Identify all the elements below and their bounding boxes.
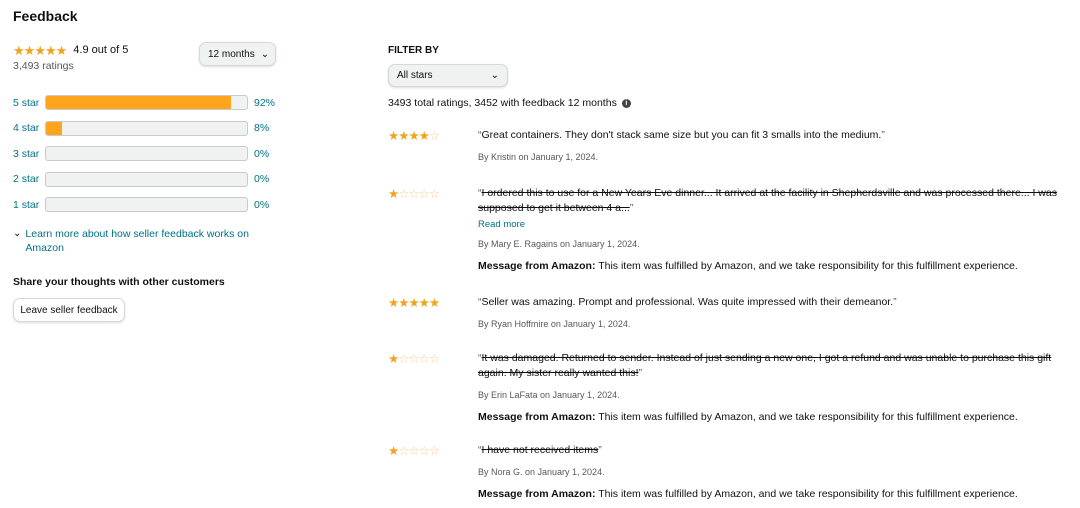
histogram-row-3[interactable]: 3 star 0%	[13, 141, 275, 167]
review-stars-icon: ★★★★★	[388, 296, 440, 310]
info-icon[interactable]: i	[621, 98, 631, 108]
rating-histogram: 5 star 92% 4 star 8% 3 star 0% 2 star 0%…	[13, 90, 275, 218]
ratings-totals: 3493 total ratings, 3452 with feedback 1…	[388, 97, 631, 109]
chevron-down-icon: ⌄	[490, 70, 499, 81]
page-title: Feedback	[13, 8, 78, 24]
amazon-message-label: Message from Amazon:	[478, 488, 596, 500]
review-stars-icon: ★☆☆☆☆	[388, 352, 440, 366]
histogram-percent[interactable]: 8%	[254, 122, 269, 134]
read-more-link[interactable]: Read more	[478, 219, 1073, 230]
amazon-message: Message from Amazon: This item was fulfi…	[478, 488, 1073, 500]
summary-stars-icon: ★ ★ ★ ★ ★	[13, 42, 67, 58]
histogram-label[interactable]: 4 star	[13, 122, 45, 134]
review-text: “I ordered this to use for a New Years E…	[478, 187, 1057, 214]
review-author: By Erin LaFata on January 1, 2024.	[478, 390, 620, 400]
histogram-label[interactable]: 5 star	[13, 97, 45, 109]
learn-more-text[interactable]: Learn more about how seller feedback wor…	[25, 227, 273, 255]
histogram-label[interactable]: 2 star	[13, 173, 45, 185]
ratings-totals-text: 3493 total ratings, 3452 with feedback 1…	[388, 97, 617, 109]
amazon-message-text: This item was fulfilled by Amazon, and w…	[598, 411, 1018, 423]
review-text: “It was damaged. Returned to sender. Ins…	[478, 352, 1052, 379]
share-heading: Share your thoughts with other customers	[13, 276, 225, 288]
rating-summary: ★ ★ ★ ★ ★ 4.9 out of 5 3,493 ratings	[13, 42, 129, 73]
amazon-message-text: This item was fulfilled by Amazon, and w…	[598, 488, 1018, 500]
review-author: By Ryan Hoffmire on January 1, 2024.	[478, 319, 631, 329]
histogram-row-2[interactable]: 2 star 0%	[13, 167, 275, 193]
learn-more-link[interactable]: ⌄ Learn more about how seller feedback w…	[13, 227, 273, 255]
review-stars-icon: ★★★★☆	[388, 129, 440, 143]
amazon-message: Message from Amazon: This item was fulfi…	[478, 411, 1073, 423]
histogram-fill	[46, 121, 63, 135]
histogram-label[interactable]: 1 star	[13, 199, 45, 211]
review-stars-icon: ★☆☆☆☆	[388, 187, 440, 201]
review-text: “Great containers. They don't stack same…	[478, 129, 885, 141]
review-stars-icon: ★☆☆☆☆	[388, 444, 440, 458]
histogram-bar[interactable]	[45, 146, 248, 162]
review-text: “Seller was amazing. Prompt and professi…	[478, 296, 897, 308]
histogram-percent[interactable]: 0%	[254, 173, 269, 185]
histogram-bar[interactable]	[45, 120, 248, 136]
histogram-bar[interactable]	[45, 171, 248, 187]
star-filter-value: All stars	[397, 70, 433, 81]
period-dropdown[interactable]: 12 months ⌄	[199, 42, 276, 66]
histogram-label[interactable]: 3 star	[13, 148, 45, 160]
period-dropdown-label: 12 months	[208, 48, 255, 60]
average-rating: 4.9 out of 5	[73, 44, 129, 56]
ratings-count: 3,493 ratings	[13, 60, 74, 72]
star-filter-dropdown[interactable]: All stars ⌄	[388, 64, 508, 87]
histogram-fill	[46, 96, 231, 110]
histogram-bar[interactable]	[45, 95, 248, 111]
filter-label: FILTER BY	[388, 45, 439, 56]
chevron-down-icon: ⌄	[260, 48, 270, 60]
amazon-message: Message from Amazon: This item was fulfi…	[478, 260, 1073, 272]
amazon-message-label: Message from Amazon:	[478, 411, 596, 423]
chevron-down-icon: ⌄	[13, 228, 22, 239]
histogram-row-1[interactable]: 1 star 0%	[13, 192, 275, 218]
histogram-percent[interactable]: 92%	[254, 97, 275, 109]
review-author: By Kristin on January 1, 2024.	[478, 152, 599, 162]
histogram-bar[interactable]	[45, 197, 248, 213]
leave-feedback-button[interactable]: Leave seller feedback	[13, 298, 125, 322]
amazon-message-label: Message from Amazon:	[478, 260, 596, 272]
review-text: “I have not received items”	[478, 444, 602, 456]
review-author: By Nora G. on January 1, 2024.	[478, 467, 605, 477]
review-author: By Mary E. Ragains on January 1, 2024.	[478, 239, 640, 249]
histogram-percent[interactable]: 0%	[254, 199, 269, 211]
histogram-percent[interactable]: 0%	[254, 148, 269, 160]
histogram-row-4[interactable]: 4 star 8%	[13, 116, 275, 142]
amazon-message-text: This item was fulfilled by Amazon, and w…	[598, 260, 1018, 272]
histogram-row-5[interactable]: 5 star 92%	[13, 90, 275, 116]
